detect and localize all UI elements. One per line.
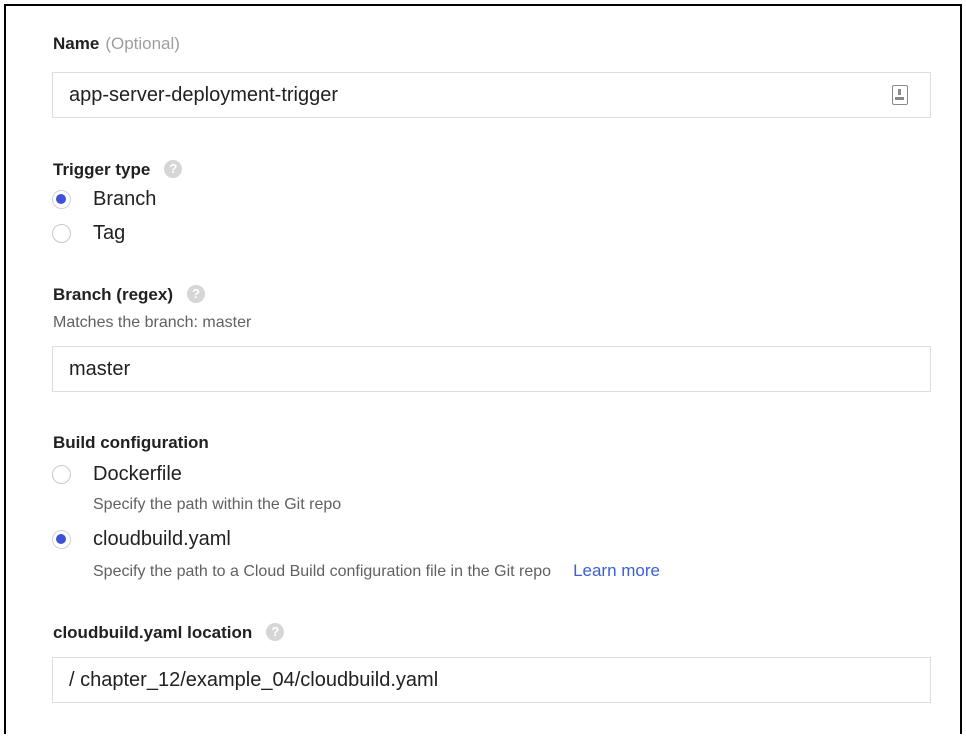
radio-dockerfile-label: Dockerfile <box>93 463 182 485</box>
optional-note: (Optional) <box>105 34 180 53</box>
radio-tag[interactable]: Tag <box>52 222 125 245</box>
help-icon[interactable]: ? <box>186 284 205 303</box>
radio-button-checked[interactable] <box>52 530 71 549</box>
name-input[interactable]: app-server-deployment-trigger <box>52 72 931 118</box>
branch-label-text: Branch (regex) <box>53 285 173 304</box>
trigger-type-label-text: Trigger type <box>53 160 151 179</box>
location-input-value: / chapter_12/example_04/cloudbuild.yaml <box>69 658 438 702</box>
help-icon[interactable]: ? <box>164 159 183 178</box>
name-input-value: app-server-deployment-trigger <box>69 84 339 106</box>
radio-branch[interactable]: Branch <box>52 188 156 211</box>
radio-tag-label: Tag <box>93 222 126 244</box>
location-label: cloudbuild.yaml location? <box>53 622 285 643</box>
name-label-text: Name <box>53 34 100 53</box>
cloudbuild-hint-text: Specify the path to a Cloud Build config… <box>93 563 552 580</box>
radio-dockerfile[interactable]: Dockerfile <box>52 463 182 486</box>
radio-cloudbuild-label: cloudbuild.yaml <box>93 528 231 550</box>
location-prefix: / <box>69 669 75 691</box>
radio-button-unchecked[interactable] <box>52 465 71 484</box>
radio-cloudbuild[interactable]: cloudbuild.yaml <box>52 528 231 551</box>
help-icon[interactable]: ? <box>266 622 285 641</box>
build-config-label: Build configuration <box>53 433 209 452</box>
branch-label: Branch (regex)? <box>53 284 205 305</box>
radio-button-checked[interactable] <box>52 190 71 209</box>
autofill-icon[interactable] <box>892 85 908 105</box>
location-input[interactable]: / chapter_12/example_04/cloudbuild.yaml <box>52 657 931 703</box>
dockerfile-hint: Specify the path within the Git repo <box>93 496 342 513</box>
radio-button-unchecked[interactable] <box>52 224 71 243</box>
location-path: chapter_12/example_04/cloudbuild.yaml <box>80 669 439 691</box>
location-label-text: cloudbuild.yaml location <box>53 623 253 642</box>
branch-input[interactable]: master <box>52 346 931 392</box>
trigger-type-label: Trigger type? <box>53 159 183 180</box>
name-label: Name (Optional) <box>53 34 180 54</box>
branch-input-value: master <box>69 358 131 380</box>
learn-more-link[interactable]: Learn more <box>573 561 660 580</box>
cloudbuild-hint: Specify the path to a Cloud Build config… <box>93 561 660 581</box>
branch-hint: Matches the branch: master <box>53 314 252 331</box>
radio-branch-label: Branch <box>93 188 157 210</box>
